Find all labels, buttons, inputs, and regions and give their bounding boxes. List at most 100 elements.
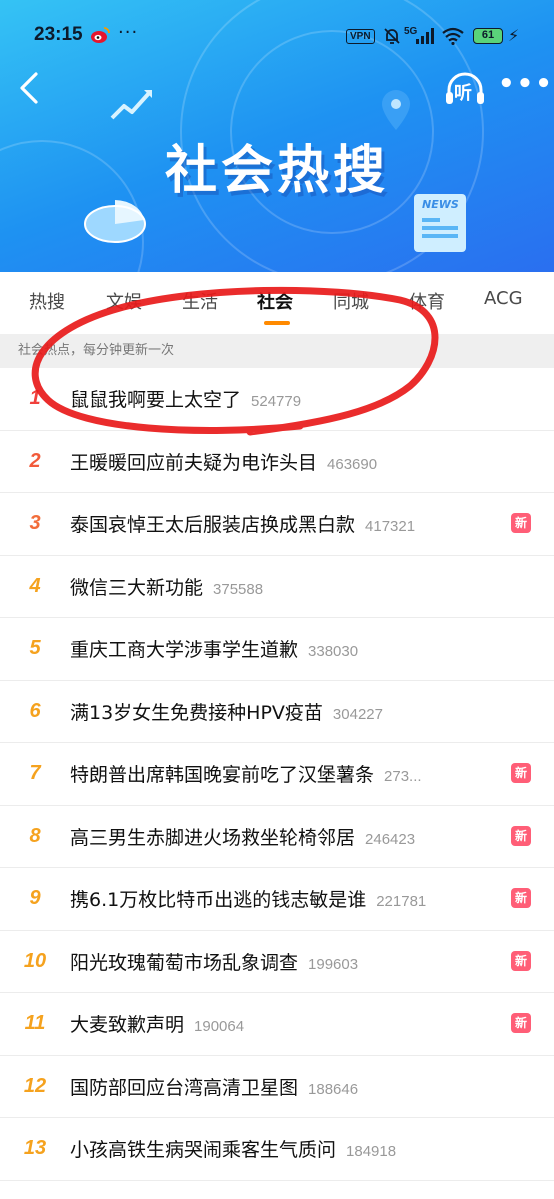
list-item[interactable]: 7 特朗普出席韩国晚宴前吃了汉堡薯条 273... 新 [0, 743, 554, 806]
tab-hot[interactable]: 热搜 [29, 288, 65, 314]
header-banner: 23:15 ··· VPN 5G 61 ⚡ 听 ••• NEWS 社会热搜 [0, 0, 554, 272]
new-badge: 新 [511, 825, 531, 846]
item-title-wrap: 阳光玫瑰葡萄市场乱象调查 199603 [70, 948, 358, 975]
tab-sports[interactable]: 体育 [409, 288, 445, 314]
item-title: 鼠鼠我啊要上太空了 [70, 389, 242, 411]
rank-number: 8 [29, 824, 41, 847]
charging-icon: ⚡ [508, 26, 520, 45]
list-item[interactable]: 12 国防部回应台湾高清卫星图 188646 [0, 1056, 554, 1118]
heat-count: 190064 [194, 1018, 245, 1035]
list-item[interactable]: 11 大麦致歉声明 190064 新 [0, 993, 554, 1056]
new-badge: 新 [511, 888, 531, 908]
item-title-wrap: 特朗普出席韩国晚宴前吃了汉堡薯条 273... [70, 760, 422, 787]
item-title: 大麦致歉声明 [70, 1014, 185, 1036]
list-item[interactable]: 5 重庆工商大学涉事学生道歉 338030 [0, 618, 554, 681]
item-title: 携6.1万枚比特币出逃的钱志敏是谁 [70, 889, 367, 911]
tab-local[interactable]: 同城 [333, 288, 369, 314]
heat-count: 221781 [376, 893, 427, 910]
heat-count: 338030 [308, 643, 359, 660]
item-title-wrap: 小孩高铁生病哭闹乘客生气质问 184918 [70, 1135, 396, 1162]
item-title-wrap: 微信三大新功能 375588 [70, 573, 263, 600]
more-button[interactable]: ••• [498, 71, 552, 102]
list-item[interactable]: 9 携6.1万枚比特币出逃的钱志敏是谁 221781 新 [0, 868, 554, 931]
heat-count: 524779 [251, 393, 302, 410]
rank-number: 4 [29, 574, 41, 597]
heat-count: 304227 [332, 705, 383, 723]
rank-number: 3 [29, 512, 41, 534]
vpn-icon: VPN [346, 29, 375, 44]
list-item[interactable]: 1 鼠鼠我啊要上太空了 524779 [0, 368, 554, 431]
back-button[interactable] [14, 68, 46, 108]
item-title-wrap: 大麦致歉声明 190064 [70, 1010, 244, 1037]
tab-entertainment[interactable]: 文娱 [106, 288, 142, 314]
rank-number: 13 [23, 1137, 47, 1159]
heat-count: 188646 [308, 1080, 359, 1098]
new-badge: 新 [511, 763, 531, 783]
rank-number: 5 [29, 637, 41, 659]
rank-number: 10 [23, 949, 47, 972]
heat-count: 463690 [327, 455, 378, 473]
tab-acg[interactable]: ACG [484, 288, 523, 309]
list-item[interactable]: 10 阳光玫瑰葡萄市场乱象调查 199603 新 [0, 931, 554, 993]
heat-count: 184918 [346, 1143, 397, 1160]
rank-number: 12 [23, 1074, 47, 1097]
wifi-icon [442, 27, 464, 45]
item-title-wrap: 满13岁女生免费接种HPV疫苗 304227 [70, 698, 383, 725]
item-title-wrap: 泰国哀悼王太后服装店换成黑白款 417321 [70, 510, 415, 537]
hot-search-list: 1 鼠鼠我啊要上太空了 524779 2 王暖暖回应前夫疑为电诈头目 463690 … [0, 368, 554, 1181]
rank-number: 11 [24, 1012, 46, 1034]
item-title-wrap: 重庆工商大学涉事学生道歉 338030 [70, 635, 358, 662]
category-tabs: 热搜 文娱 生活 社会 同城 体育 ACG [0, 272, 554, 334]
heat-count: 273... [384, 768, 422, 785]
new-badge: 新 [511, 950, 531, 971]
tab-society[interactable]: 社会 [257, 288, 293, 314]
item-title-wrap: 携6.1万枚比特币出逃的钱志敏是谁 221781 [70, 885, 426, 912]
heat-count: 375588 [213, 580, 264, 598]
rank-number: 1 [29, 387, 41, 409]
heat-count: 199603 [308, 955, 359, 973]
weibo-icon [91, 27, 110, 43]
item-title-wrap: 高三男生赤脚进火场救坐轮椅邻居 246423 [70, 823, 415, 850]
list-item[interactable]: 13 小孩高铁生病哭闹乘客生气质问 184918 [0, 1118, 554, 1181]
mute-bell-icon [384, 28, 400, 44]
new-badge: 新 [511, 1013, 531, 1033]
signal-icon [416, 28, 434, 44]
item-title: 重庆工商大学涉事学生道歉 [70, 639, 299, 661]
list-item[interactable]: 2 王暖暖回应前夫疑为电诈头目 463690 [0, 431, 554, 493]
item-title-wrap: 王暖暖回应前夫疑为电诈头目 463690 [70, 448, 377, 475]
rank-number: 6 [29, 699, 41, 722]
item-title: 小孩高铁生病哭闹乘客生气质问 [70, 1139, 337, 1161]
list-item[interactable]: 8 高三男生赤脚进火场救坐轮椅邻居 246423 新 [0, 806, 554, 868]
item-title: 特朗普出席韩国晚宴前吃了汉堡薯条 [70, 764, 375, 786]
item-title-wrap: 国防部回应台湾高清卫星图 188646 [70, 1073, 358, 1100]
update-notice: 社会热点，每分钟更新一次 [0, 334, 554, 368]
item-title: 微信三大新功能 [70, 576, 204, 599]
heat-count: 417321 [365, 518, 416, 535]
status-more-icon: ··· [118, 22, 139, 43]
listen-button[interactable]: 听 [443, 70, 487, 108]
list-item[interactable]: 6 满13岁女生免费接种HPV疫苗 304227 [0, 681, 554, 743]
list-item[interactable]: 3 泰国哀悼王太后服装店换成黑白款 417321 新 [0, 493, 554, 556]
rank-number: 2 [29, 449, 41, 472]
item-title: 国防部回应台湾高清卫星图 [70, 1076, 299, 1099]
page-title: 社会热搜 [164, 141, 389, 201]
item-title: 王暖暖回应前夫疑为电诈头目 [70, 451, 318, 474]
rank-number: 9 [29, 887, 41, 909]
rank-number: 7 [29, 762, 41, 784]
item-title: 高三男生赤脚进火场救坐轮椅邻居 [70, 826, 356, 849]
status-time: 23:15 [34, 24, 83, 45]
list-item[interactable]: 4 微信三大新功能 375588 [0, 556, 554, 618]
item-title: 满13岁女生免费接种HPV疫苗 [70, 701, 323, 724]
status-bar: 23:15 ··· VPN 5G 61 ⚡ [0, 0, 554, 70]
new-badge: 新 [511, 513, 531, 533]
active-tab-indicator [264, 321, 290, 325]
location-pin-icon [382, 90, 410, 130]
heat-count: 246423 [365, 830, 416, 848]
listen-label: 听 [454, 83, 472, 104]
item-title-wrap: 鼠鼠我啊要上太空了 524779 [70, 385, 301, 412]
battery-indicator: 61 [473, 28, 503, 44]
trend-chart-icon [110, 90, 152, 120]
item-title: 阳光玫瑰葡萄市场乱象调查 [70, 951, 299, 974]
item-title: 泰国哀悼王太后服装店换成黑白款 [70, 514, 356, 536]
tab-life[interactable]: 生活 [182, 288, 218, 314]
